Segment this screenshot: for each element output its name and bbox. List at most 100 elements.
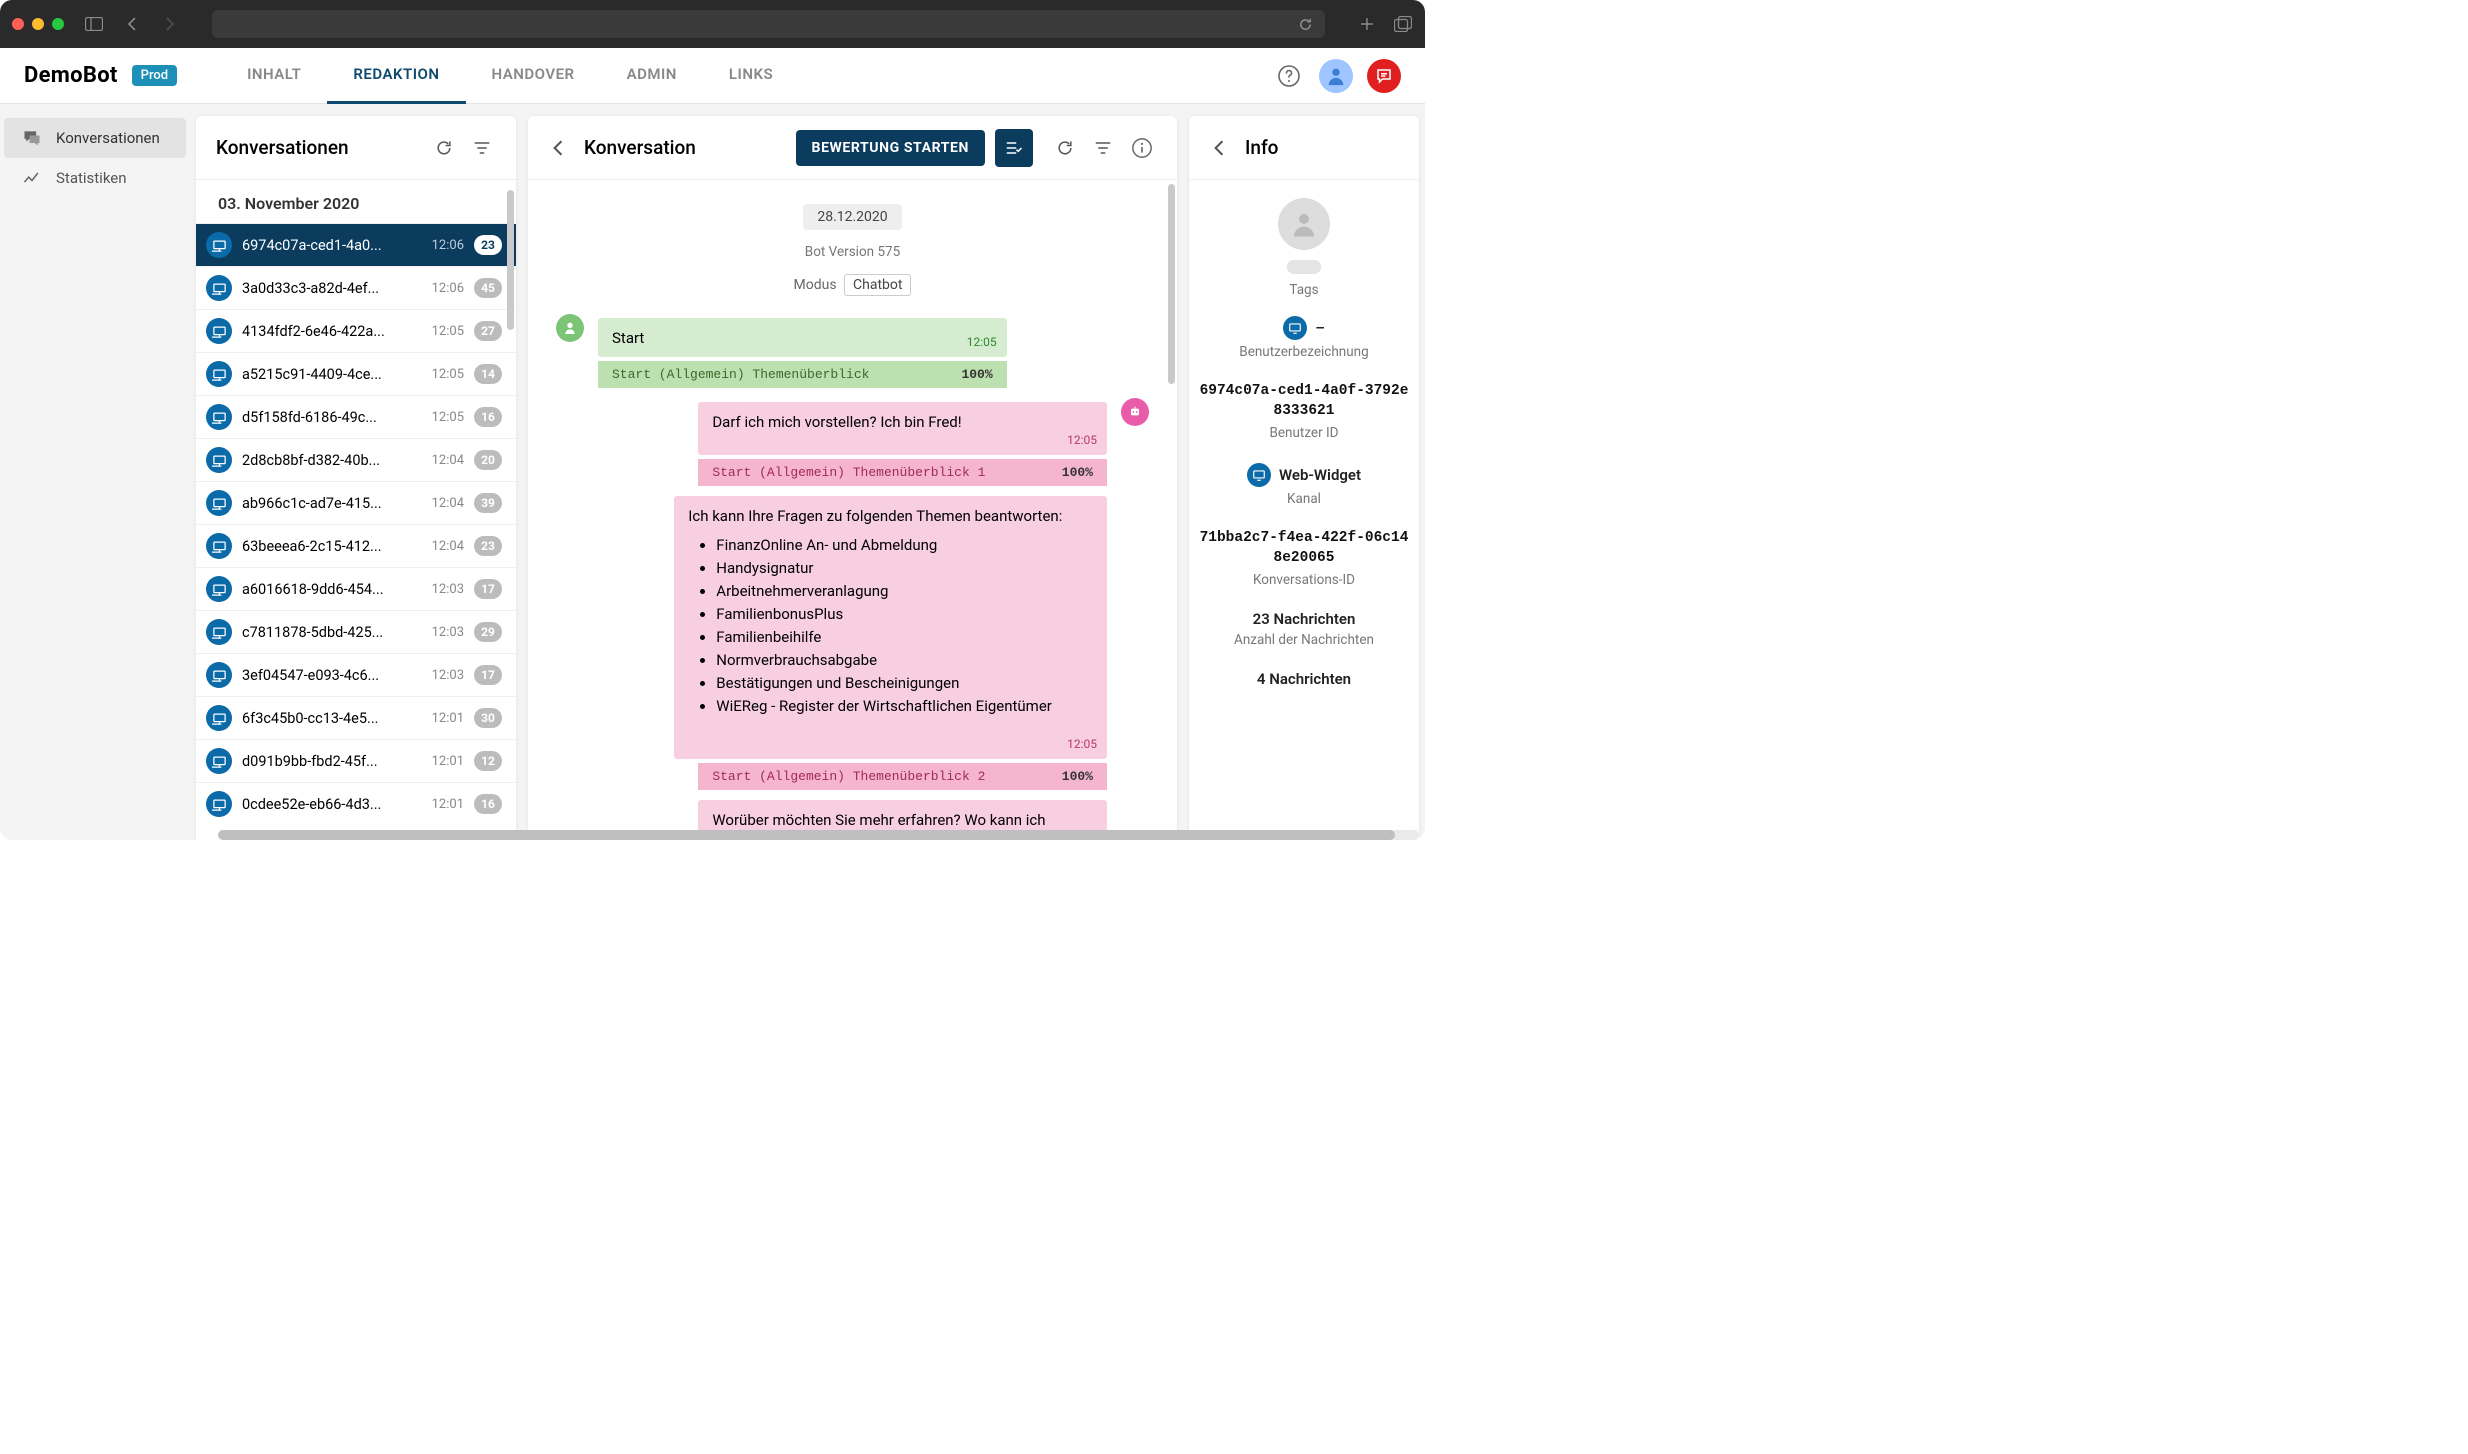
monitor-icon bbox=[206, 361, 232, 387]
conversation-row[interactable]: 3a0d33c3-a82d-4ef...12:0645 bbox=[196, 266, 516, 309]
new-tab-icon[interactable] bbox=[1357, 14, 1377, 34]
monitor-icon bbox=[206, 318, 232, 344]
monitor-icon bbox=[206, 619, 232, 645]
list-refresh-icon[interactable] bbox=[430, 134, 458, 162]
user-avatar-icon[interactable] bbox=[1319, 59, 1353, 93]
minimize-window-icon[interactable] bbox=[32, 18, 44, 30]
user-face-icon bbox=[556, 314, 584, 342]
monitor-icon bbox=[206, 576, 232, 602]
chat-icon bbox=[22, 128, 42, 148]
monitor-icon bbox=[206, 232, 232, 258]
conv-id-label: Konversations-ID bbox=[1199, 572, 1409, 588]
nav-forward-icon[interactable] bbox=[160, 14, 180, 34]
conversation-row[interactable]: ab966c1c-ad7e-415...12:0439 bbox=[196, 481, 516, 524]
conversation-row[interactable]: 63beeea6-2c15-412...12:0423 bbox=[196, 524, 516, 567]
modus-value: Chatbot bbox=[844, 274, 911, 296]
conversation-row[interactable]: 2d8cb8bf-d382-40b...12:0420 bbox=[196, 438, 516, 481]
topic-item: Handysignatur bbox=[716, 558, 1093, 579]
monitor-icon bbox=[206, 791, 232, 817]
conversation-time: 12:01 bbox=[432, 797, 464, 812]
modus-line: Modus Chatbot bbox=[552, 274, 1153, 296]
conv-filter-icon[interactable] bbox=[1089, 134, 1117, 162]
conversation-id: a6016618-9dd6-454... bbox=[242, 581, 422, 598]
bot-message: Ich kann Ihre Fragen zu folgenden Themen… bbox=[674, 496, 1107, 759]
message-count-badge: 14 bbox=[474, 364, 502, 384]
sidebar-toggle-icon[interactable] bbox=[84, 14, 104, 34]
panel-conversation-detail: Konversation BEWERTUNG STARTEN 28.12.202… bbox=[528, 116, 1177, 840]
conversation-id: 2d8cb8bf-d382-40b... bbox=[242, 452, 422, 469]
conversation-row[interactable]: 6974c07a-ced1-4a0...12:0623 bbox=[196, 223, 516, 266]
sidebar-item-statistiken[interactable]: Statistiken bbox=[4, 158, 186, 198]
sidebar-item-konversationen[interactable]: Konversationen bbox=[4, 118, 186, 158]
conv-id-value: 71bba2c7-f4ea-422f-06c148e20065 bbox=[1199, 529, 1409, 568]
tab-admin[interactable]: ADMIN bbox=[601, 48, 703, 104]
checklist-icon[interactable] bbox=[995, 129, 1033, 167]
conversation-id: d5f158fd-6186-49c... bbox=[242, 409, 422, 426]
conversation-row[interactable]: 4134fdf2-6e46-422a...12:0527 bbox=[196, 309, 516, 352]
tab-links[interactable]: LINKS bbox=[703, 48, 799, 104]
conversation-id: c7811878-5dbd-425... bbox=[242, 624, 422, 641]
brand-name: DemoBot bbox=[24, 63, 118, 88]
conversation-id: 6974c07a-ced1-4a0... bbox=[242, 237, 422, 254]
trend-icon bbox=[22, 168, 42, 188]
conversation-row[interactable]: c7811878-5dbd-425...12:0329 bbox=[196, 610, 516, 653]
message-count-badge: 12 bbox=[474, 751, 502, 771]
msg-count-label: Anzahl der Nachrichten bbox=[1199, 632, 1409, 648]
tab-redaktion[interactable]: REDAKTION bbox=[327, 48, 465, 104]
monitor-icon bbox=[206, 447, 232, 473]
panel-conversation-list: Konversationen 03. November 2020 6974c07… bbox=[196, 116, 516, 840]
conversation-row[interactable]: a6016618-9dd6-454...12:0317 bbox=[196, 567, 516, 610]
user-id-value: 6974c07a-ced1-4a0f-3792e8333621 bbox=[1199, 382, 1409, 421]
channel-label: Kanal bbox=[1199, 491, 1409, 507]
conversation-row[interactable]: 3ef04547-e093-4c6...12:0317 bbox=[196, 653, 516, 696]
message-count-badge: 27 bbox=[474, 321, 502, 341]
horizontal-scrollbar[interactable] bbox=[218, 830, 1419, 840]
monitor-icon bbox=[206, 404, 232, 430]
conversation-id: 6f3c45b0-cc13-4e5... bbox=[242, 710, 422, 727]
modus-label: Modus bbox=[794, 277, 837, 293]
message-count-badge: 16 bbox=[474, 407, 502, 427]
monitor-icon bbox=[1247, 463, 1271, 487]
conversation-row[interactable]: 0cdee52e-eb66-4d3...12:0116 bbox=[196, 782, 516, 825]
maximize-window-icon[interactable] bbox=[52, 18, 64, 30]
conv-info-icon[interactable] bbox=[1127, 133, 1157, 163]
refresh-icon[interactable] bbox=[1295, 14, 1315, 34]
conversation-time: 12:01 bbox=[432, 711, 464, 726]
list-scrollbar[interactable] bbox=[507, 190, 514, 330]
live-chat-icon[interactable] bbox=[1367, 59, 1401, 93]
user-id-label: Benutzer ID bbox=[1199, 425, 1409, 441]
start-evaluation-button[interactable]: BEWERTUNG STARTEN bbox=[796, 130, 985, 166]
chat-scrollbar[interactable] bbox=[1168, 184, 1175, 384]
monitor-icon bbox=[206, 533, 232, 559]
list-filter-icon[interactable] bbox=[468, 134, 496, 162]
tab-handover[interactable]: HANDOVER bbox=[466, 48, 601, 104]
nav-back-icon[interactable] bbox=[122, 14, 142, 34]
app-header: DemoBot Prod INHALT REDAKTION HANDOVER A… bbox=[0, 48, 1425, 104]
message-count-badge: 16 bbox=[474, 794, 502, 814]
conversation-row[interactable]: 6f3c45b0-cc13-4e5...12:0130 bbox=[196, 696, 516, 739]
empty-pill bbox=[1287, 260, 1321, 274]
conversation-time: 12:04 bbox=[432, 496, 464, 511]
conversation-row[interactable]: d091b9bb-fbd2-45f...12:0112 bbox=[196, 739, 516, 782]
monitor-icon bbox=[206, 662, 232, 688]
message-timestamp: 12:05 bbox=[967, 334, 997, 351]
conversation-row[interactable]: d5f158fd-6186-49c...12:0516 bbox=[196, 395, 516, 438]
message-count-badge: 17 bbox=[474, 579, 502, 599]
bot-message: Darf ich mich vorstellen? Ich bin Fred!1… bbox=[698, 402, 1107, 455]
conv-refresh-icon[interactable] bbox=[1051, 134, 1079, 162]
bot-version-line: Bot Version 575 bbox=[552, 244, 1153, 260]
url-bar[interactable] bbox=[212, 10, 1325, 38]
conversation-time: 12:01 bbox=[432, 754, 464, 769]
conv-back-icon[interactable] bbox=[548, 135, 568, 161]
info-back-icon[interactable] bbox=[1209, 135, 1229, 161]
tab-inhalt[interactable]: INHALT bbox=[221, 48, 327, 104]
topic-item: FinanzOnline An- und Abmeldung bbox=[716, 535, 1093, 556]
help-icon[interactable] bbox=[1273, 60, 1305, 92]
tabs-overview-icon[interactable] bbox=[1393, 14, 1413, 34]
conversation-row[interactable]: a5215c91-4409-4ce...12:0514 bbox=[196, 352, 516, 395]
conversation-time: 12:03 bbox=[432, 625, 464, 640]
conversation-time: 12:03 bbox=[432, 668, 464, 683]
user-message: Start12:05 bbox=[598, 318, 1007, 357]
conversation-time: 12:05 bbox=[432, 324, 464, 339]
close-window-icon[interactable] bbox=[12, 18, 24, 30]
